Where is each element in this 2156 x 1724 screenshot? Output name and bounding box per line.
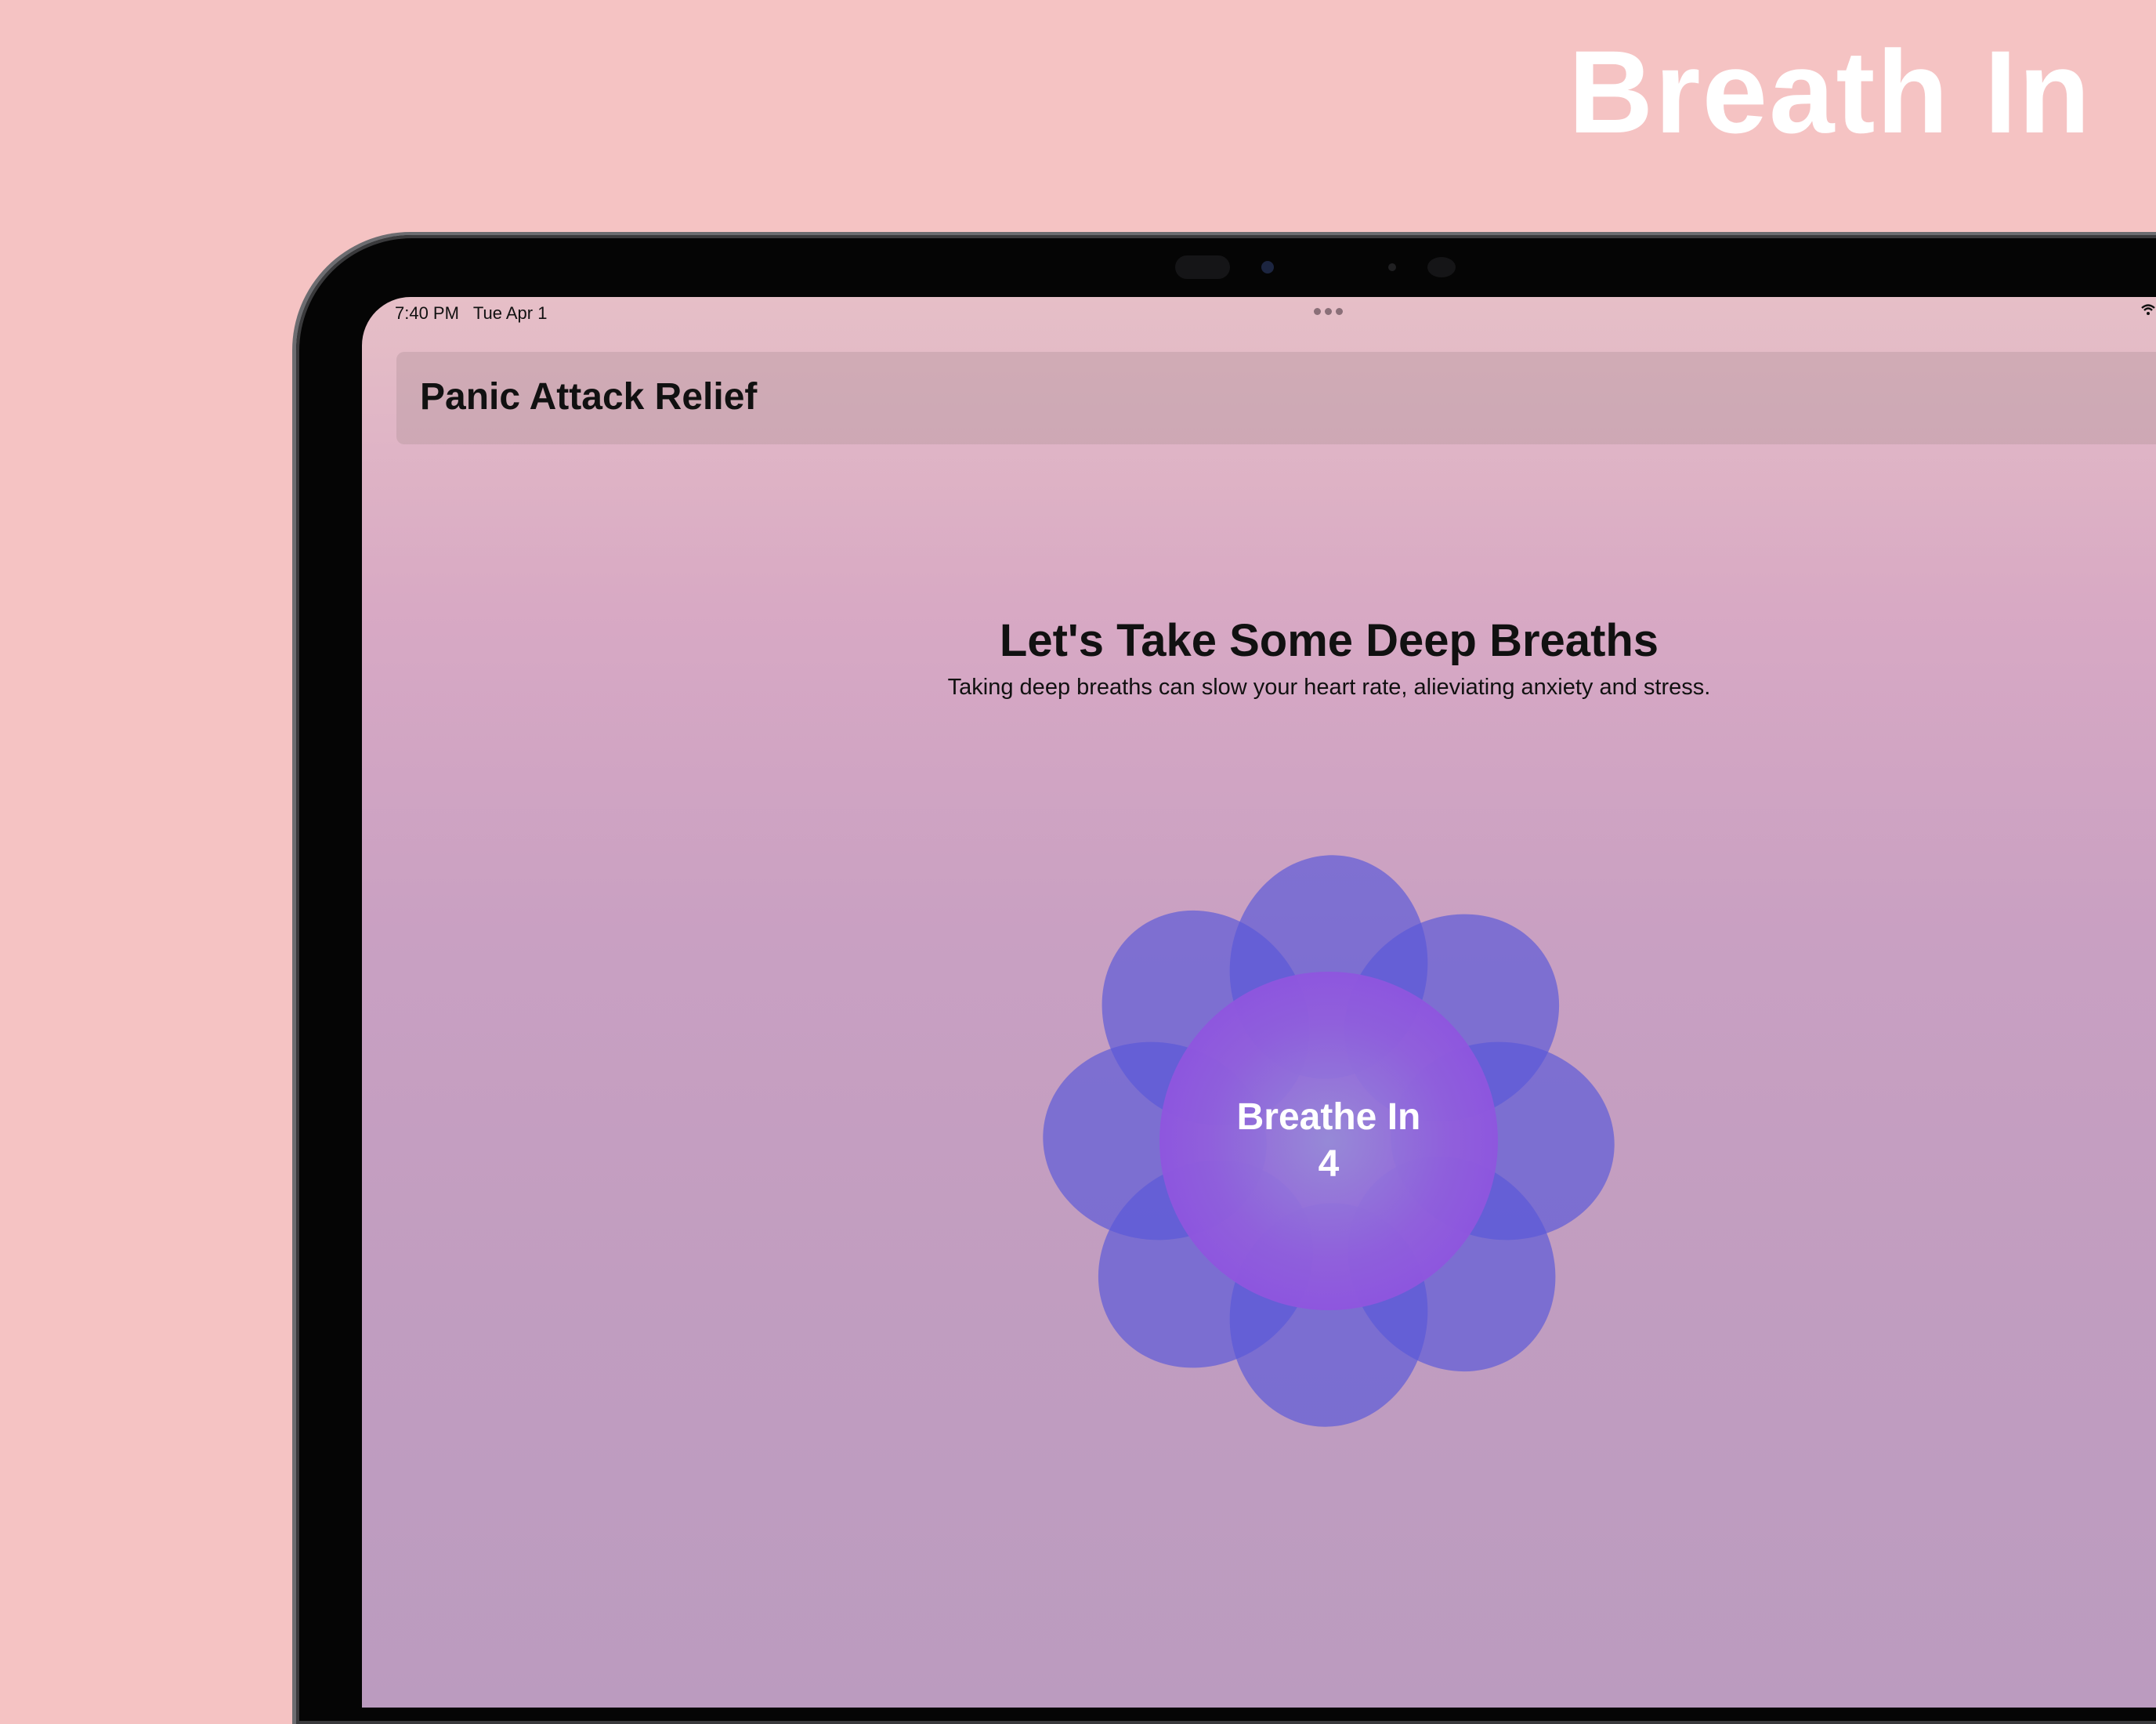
breathing-count: 4	[1318, 1143, 1340, 1185]
promo-headline: Breath In	[1568, 26, 2092, 158]
breathing-label: Breathe In 4	[1237, 1094, 1421, 1188]
ipad-screen: 7:40 PM Tue Apr 1 Panic Attack Relief Le…	[362, 297, 2156, 1708]
breathing-flower[interactable]	[362, 297, 2156, 1708]
camera-lens-icon	[1261, 261, 1274, 273]
promo-canvas: { "promo": { "headline": "Breath In" }, …	[0, 0, 2156, 1724]
camera-housing	[1175, 255, 1457, 279]
breathing-phase: Breathe In	[1236, 1096, 1421, 1138]
